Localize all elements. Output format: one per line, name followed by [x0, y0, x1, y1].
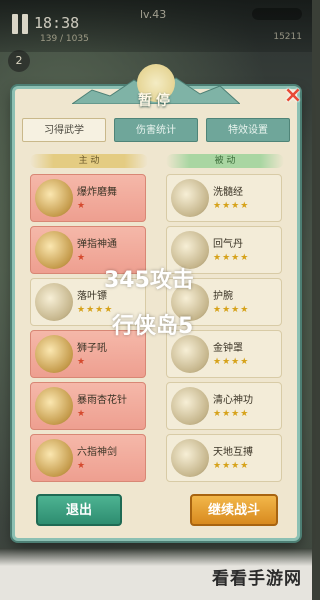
skill-stars: ★★★★	[213, 409, 250, 419]
skill-stars: ★★★★	[213, 253, 250, 263]
skill-stars: ★	[77, 357, 87, 367]
skill-stars: ★★★★	[77, 305, 114, 315]
skill-icon	[35, 179, 73, 217]
skill-card[interactable]: 清心神功 ★★★★	[166, 382, 282, 430]
hud-timer: 18:38	[34, 14, 80, 32]
skill-stars: ★★★★	[213, 305, 250, 315]
continue-battle-button[interactable]: 继续战斗	[190, 494, 278, 526]
skill-stars: ★	[77, 409, 87, 419]
passive-skills-header: 被 动	[166, 154, 284, 168]
skill-icon	[35, 231, 73, 269]
skill-card[interactable]: 天地互搏 ★★★★	[166, 434, 282, 482]
skill-name: 回气丹	[213, 239, 243, 250]
skill-card[interactable]: 暴雨杏花针 ★	[30, 382, 146, 430]
skill-card[interactable]: 洗髓经 ★★★★	[166, 174, 282, 222]
skill-icon	[35, 439, 73, 477]
skill-icon	[171, 179, 209, 217]
skill-card[interactable]: 爆炸磨舞 ★	[30, 174, 146, 222]
skill-stars: ★	[77, 253, 87, 263]
skill-stars: ★	[77, 461, 87, 471]
skill-name: 狮子吼	[77, 343, 107, 354]
skill-stars: ★	[77, 201, 87, 211]
skill-name: 清心神功	[213, 395, 253, 406]
skill-name: 金钟罩	[213, 343, 243, 354]
skill-icon	[171, 439, 209, 477]
exit-button[interactable]: 退出	[36, 494, 122, 526]
skill-name: 护腕	[213, 291, 233, 302]
tab-damage-stats[interactable]: 伤害统计	[114, 118, 198, 142]
site-watermark: 看看手游网	[212, 569, 302, 589]
tab-effect-settings[interactable]: 特效设置	[206, 118, 290, 142]
dialog-tabs: 习得武学 伤害统计 特效设置	[22, 118, 290, 142]
skill-icon	[35, 387, 73, 425]
skill-name: 六指神剑	[77, 447, 117, 458]
skill-name: 暴雨杏花针	[77, 395, 127, 406]
skill-stars: ★★★★	[213, 201, 250, 211]
pause-icon[interactable]	[10, 14, 30, 36]
skill-icon	[171, 335, 209, 373]
active-skills-header: 主 动	[30, 154, 148, 168]
skill-stars: ★★★★	[213, 357, 250, 367]
hud-level: lv.43	[140, 8, 167, 21]
dialog-title: 暂停	[138, 93, 174, 109]
skill-name: 爆炸磨舞	[77, 187, 117, 198]
skill-name: 落叶镖	[77, 291, 107, 302]
tab-learned-skills[interactable]: 习得武学	[22, 118, 106, 142]
hud-currency: 15211	[273, 32, 302, 42]
top-hud: 18:38 139 / 1035 lv.43 15211	[0, 0, 312, 52]
skill-name: 弹指神通	[77, 239, 117, 250]
skill-card[interactable]: 六指神剑 ★	[30, 434, 146, 482]
skill-icon	[171, 387, 209, 425]
overlay-watermark-line1: 345攻击	[104, 268, 194, 293]
overlay-watermark-line2: 行侠岛5	[112, 314, 194, 339]
hud-progress: 139 / 1035	[40, 34, 89, 44]
close-icon[interactable]: ×	[280, 84, 306, 110]
skill-name: 洗髓经	[213, 187, 243, 198]
hud-bar	[252, 8, 302, 20]
hud-badge: 2	[8, 50, 30, 72]
skill-name: 天地互搏	[213, 447, 253, 458]
skill-stars: ★★★★	[213, 461, 250, 471]
skill-icon	[35, 335, 73, 373]
skill-icon	[35, 283, 73, 321]
